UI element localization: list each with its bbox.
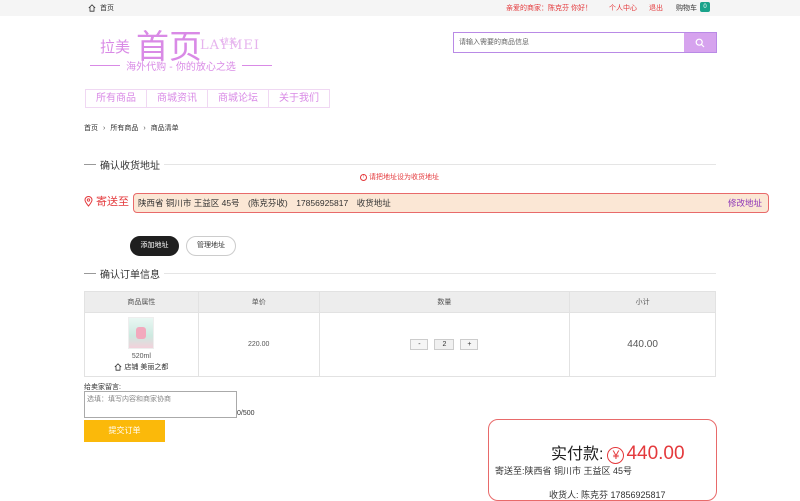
product-spec: 520ml (131, 353, 151, 360)
cart-link[interactable]: 购物车 (676, 3, 697, 13)
subtotal-cell: 440.00 (569, 312, 716, 377)
home-icon (88, 4, 96, 12)
column-header-quantity: 数量 (318, 291, 571, 313)
order-summary: 实付款: ¥ 440.00 寄送至:陕西省 铜川市 王益区 45号 收货人: 陈… (488, 419, 717, 501)
divider (84, 273, 716, 274)
edit-address-link[interactable]: 修改地址 (728, 194, 762, 212)
address-warning: ! 请把地址设为收货地址 (360, 172, 439, 182)
pay-amount: 440.00 (626, 443, 685, 464)
decrease-quantity-button[interactable]: - (410, 339, 429, 350)
breadcrumb: 首页 › 所有商品 › 商品清单 (84, 123, 179, 133)
breadcrumb-home[interactable]: 首页 (84, 123, 98, 133)
product-thumbnail[interactable] (128, 317, 155, 349)
add-address-button[interactable]: 添加地址 (130, 236, 179, 256)
shop-link[interactable]: 店铺 美丽之都 (114, 362, 168, 372)
quantity-cell: - 2 + (318, 312, 571, 377)
product-info: 520ml 店铺 美丽之都 (85, 317, 198, 372)
ship-to-label: 寄送至 (84, 193, 129, 209)
logout-link[interactable]: 退出 (649, 3, 663, 13)
search-bar (453, 32, 717, 53)
location-pin-icon (84, 195, 93, 207)
logo-small-text: 拉美 (100, 38, 131, 56)
chevron-right-icon: › (103, 124, 106, 132)
payment-total: 实付款: ¥ 440.00 (551, 440, 685, 465)
product-cell: 520ml 店铺 美丽之都 (84, 312, 199, 377)
divider (84, 164, 716, 165)
message-char-counter: 0/500 (237, 410, 255, 417)
table-header-row: 商品属性 单价 数量 小计 (84, 291, 716, 313)
nav-mall-forum[interactable]: 商城论坛 (208, 89, 269, 108)
top-bar: 首页 亲爱的商家：陈克芬 你好！ 个人中心 退出 购物车 0 (0, 0, 800, 16)
divider (84, 164, 96, 165)
info-icon: ! (360, 173, 367, 181)
search-button[interactable] (684, 33, 716, 52)
manage-address-button[interactable]: 管理地址 (186, 236, 236, 256)
address-section-header: 确认收货地址 (84, 157, 716, 172)
home-icon (114, 363, 122, 371)
address-warning-text: 请把地址设为收货地址 (369, 174, 439, 181)
main-nav: 所有商品 商城资讯 商城论坛 关于我们 (85, 89, 330, 108)
search-icon (695, 38, 705, 47)
column-header-attributes: 商品属性 (84, 291, 199, 313)
logo-slogan: 海外代购 - 你的放心之选 (88, 58, 274, 73)
order-section-title: 确认订单信息 (96, 266, 164, 281)
yen-icon: ¥ (607, 447, 625, 464)
user-center-link[interactable]: 个人中心 (609, 3, 637, 13)
divider (84, 273, 96, 274)
unit-price-cell: 220.00 (197, 312, 320, 377)
chevron-right-icon: › (143, 124, 146, 132)
top-home-label: 首页 (100, 5, 114, 12)
breadcrumb-current: 商品清单 (150, 125, 179, 132)
ship-to-text: 寄送至 (96, 196, 129, 208)
selected-address[interactable]: 陕西省 铜川市 王益区 45号 (陈克芬收) 17856925817 收货地址 … (133, 193, 769, 213)
search-input[interactable] (454, 33, 684, 52)
address-section-title: 确认收货地址 (96, 157, 164, 172)
order-section-header: 确认订单信息 (84, 266, 716, 281)
summary-receiver: 收货人: 陈克芬 17856925817 (549, 490, 666, 500)
pay-label: 实付款: (551, 446, 604, 463)
cart-count-badge: 0 (700, 2, 710, 12)
submit-order-button[interactable]: 提交订单 (84, 420, 165, 442)
increase-quantity-button[interactable]: + (460, 339, 479, 350)
column-header-unit-price: 单价 (197, 291, 320, 313)
logo-latin-overlay: 拉美 (221, 37, 237, 46)
message-to-seller-input[interactable] (84, 391, 237, 418)
top-home-link[interactable]: 首页 (88, 3, 114, 13)
nav-all-products[interactable]: 所有商品 (85, 89, 147, 108)
summary-ship-to: 寄送至:陕西省 铜川市 王益区 45号 (495, 466, 633, 476)
table-row: 520ml 店铺 美丽之都 220.00 - 2 + 440.00 (84, 312, 716, 377)
breadcrumb-all-products[interactable]: 所有商品 (110, 123, 138, 133)
address-text: 陕西省 铜川市 王益区 45号 (陈克芬收) 17856925817 收货地址 (138, 198, 391, 208)
quantity-value[interactable]: 2 (434, 339, 455, 350)
column-header-subtotal: 小计 (569, 291, 716, 313)
shop-name: 店铺 美丽之都 (124, 364, 169, 371)
user-greeting: 亲爱的商家：陈克芬 你好！ (506, 5, 592, 12)
quantity-stepper: - 2 + (410, 339, 479, 350)
nav-about-us[interactable]: 关于我们 (269, 89, 330, 108)
nav-mall-news[interactable]: 商城资讯 (147, 89, 208, 108)
order-items-table: 商品属性 单价 数量 小计 520ml 店铺 美丽之都 220.00 - 2 +… (84, 291, 716, 377)
